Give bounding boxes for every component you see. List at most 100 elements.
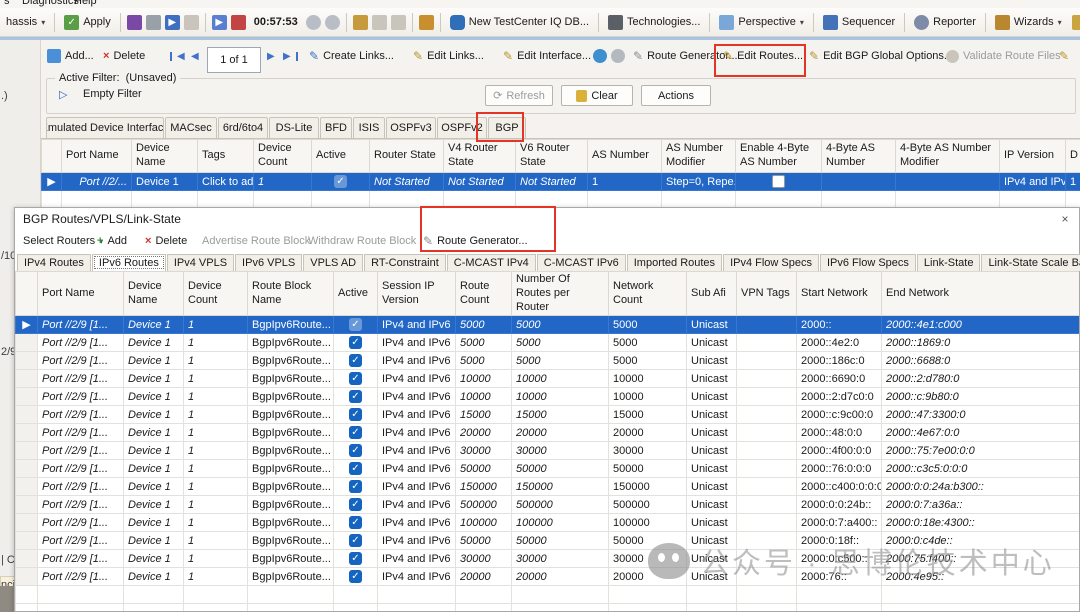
cell-count[interactable]: 1 (184, 334, 248, 352)
row-selector[interactable] (16, 460, 38, 478)
cell-active[interactable]: ✓ (334, 316, 378, 334)
table-row[interactable]: Port //2/9 [1...Device 11BgpIpv6Route...… (16, 568, 1080, 586)
cell-count[interactable]: 1 (184, 514, 248, 532)
cell-port[interactable]: Port //2/9 [1... (38, 442, 124, 460)
cell-device[interactable]: Device 1 (124, 496, 184, 514)
start-traffic-icon[interactable]: ▶ (212, 15, 227, 30)
table-row[interactable]: Port //2/9 [1...Device 11BgpIpv6Route...… (16, 334, 1080, 352)
cell-block[interactable]: BgpIpv6Route... (248, 460, 334, 478)
cell-count[interactable]: 1 (184, 460, 248, 478)
db-folder-icon[interactable] (419, 15, 434, 30)
cell-block[interactable]: BgpIpv6Route... (248, 478, 334, 496)
cell-active[interactable]: ✓ (334, 442, 378, 460)
cell-active[interactable]: ✓ (334, 460, 378, 478)
cell-sub_afi[interactable]: Unicast (687, 478, 737, 496)
column-header[interactable]: 4-Byte AS Number (822, 140, 896, 173)
route-generator-panel-button[interactable]: ✎ Route Generator... (423, 230, 528, 252)
cell-active[interactable]: ✓ (334, 550, 378, 568)
cell-ip[interactable]: IPv4 and IPv6 (378, 316, 456, 334)
first-page-button[interactable]: ◀ (169, 45, 185, 67)
cell-port[interactable]: Port //2/9 [1... (38, 316, 124, 334)
row-selector[interactable] (16, 424, 38, 442)
cell-vpn[interactable] (737, 478, 797, 496)
select-routers-button[interactable]: Select Routers ▾ (23, 230, 103, 252)
row-selector[interactable] (16, 388, 38, 406)
last-page-button[interactable]: ▶ (283, 45, 299, 67)
empty-cell[interactable] (38, 586, 124, 604)
cell-network_count[interactable]: 20000 (609, 568, 687, 586)
route-generator-button[interactable]: ✎ Route Generator... (633, 45, 738, 67)
cell-four_byte_as[interactable] (822, 173, 896, 191)
checkbox-checked-icon[interactable]: ✓ (349, 426, 362, 439)
checkbox-checked-icon[interactable]: ✓ (349, 516, 362, 529)
empty-cell[interactable] (456, 586, 512, 604)
cell-network_count[interactable]: 10000 (609, 388, 687, 406)
empty-cell[interactable] (662, 191, 736, 209)
cell-per_router[interactable]: 100000 (512, 514, 609, 532)
empty-cell[interactable] (882, 604, 1080, 611)
cell-device[interactable]: Device 1 (124, 352, 184, 370)
actions-button[interactable]: Actions (641, 85, 711, 106)
cell-per_router[interactable]: 50000 (512, 532, 609, 550)
column-header[interactable] (42, 140, 62, 173)
column-header[interactable]: Enable 4-Byte AS Number (736, 140, 822, 173)
clear-button[interactable]: Clear (561, 85, 633, 106)
run-filter-icon[interactable]: ▷ (59, 88, 67, 101)
column-header[interactable]: Router State (370, 140, 444, 173)
row-selector[interactable] (16, 352, 38, 370)
cell-active[interactable]: ✓ (334, 496, 378, 514)
cell-ip[interactable]: IPv4 and IPv6 (378, 568, 456, 586)
table-row[interactable]: Port //2/9 [1...Device 11BgpIpv6Route...… (16, 442, 1080, 460)
cell-block[interactable]: BgpIpv6Route... (248, 334, 334, 352)
cell-network_count[interactable]: 30000 (609, 550, 687, 568)
cell-start[interactable]: 2000:0:7:a400:: (797, 514, 882, 532)
empty-cell[interactable] (882, 586, 1080, 604)
row-selector[interactable] (16, 568, 38, 586)
cell-vpn[interactable] (737, 316, 797, 334)
table-row[interactable]: Port //2/9 [1...Device 11BgpIpv6Route...… (16, 352, 1080, 370)
cell-per_router[interactable]: 10000 (512, 370, 609, 388)
edit-interface-button[interactable]: ✎ Edit Interface... (503, 45, 591, 67)
cell-active[interactable]: ✓ (334, 370, 378, 388)
checkbox-checked-icon[interactable]: ✓ (349, 444, 362, 457)
column-header[interactable]: D (1066, 140, 1080, 173)
cell-network_count[interactable]: 5000 (609, 334, 687, 352)
pause-icon[interactable] (306, 15, 321, 30)
empty-cell[interactable] (334, 586, 378, 604)
close-icon[interactable]: × (1057, 211, 1073, 227)
cell-vpn[interactable] (737, 352, 797, 370)
cell-router_state[interactable]: Not Started (370, 173, 444, 191)
validate-route-files-button[interactable]: Validate Route Files (946, 45, 1061, 67)
empty-cell[interactable] (378, 586, 456, 604)
clipped-toolbar-button[interactable]: ✎ (1059, 45, 1069, 67)
clear-results-icon[interactable] (372, 15, 387, 30)
cell-active[interactable]: ✓ (312, 173, 370, 191)
empty-cell[interactable] (16, 604, 38, 611)
cell-network_count[interactable]: 150000 (609, 478, 687, 496)
stop-traffic-icon[interactable] (231, 15, 246, 30)
cell-start[interactable]: 2000:0:18f:: (797, 532, 882, 550)
cell-port[interactable]: Port //2/9 [1... (38, 478, 124, 496)
empty-cell[interactable] (588, 191, 662, 209)
column-header[interactable]: Port Name (38, 272, 124, 316)
cell-enable_4byte[interactable] (736, 173, 822, 191)
cell-sub_afi[interactable]: Unicast (687, 352, 737, 370)
tab-ipv6-routes[interactable]: IPv6 Routes (92, 254, 166, 271)
column-header[interactable]: Device Name (132, 140, 198, 173)
cell-network_count[interactable]: 10000 (609, 370, 687, 388)
cell-end[interactable]: 2000::c:9b80:0 (882, 388, 1080, 406)
create-links-button[interactable]: ✎ Create Links... (309, 45, 394, 67)
table-row[interactable]: Port //2/9 [1...Device 11BgpIpv6Route...… (16, 532, 1080, 550)
cell-active[interactable]: ✓ (334, 406, 378, 424)
column-header[interactable]: Port Name (62, 140, 132, 173)
column-header[interactable]: Route Block Name (248, 272, 334, 316)
table-row[interactable]: Port //2/9 [1...Device 11BgpIpv6Route...… (16, 424, 1080, 442)
row-selector[interactable] (16, 406, 38, 424)
cell-start[interactable]: 2000:: (797, 316, 882, 334)
cell-vpn[interactable] (737, 568, 797, 586)
checkbox-checked-icon[interactable]: ✓ (349, 570, 362, 583)
column-header[interactable]: IP Version (1000, 140, 1066, 173)
cell-route_count[interactable]: 20000 (456, 424, 512, 442)
checkbox-checked-icon[interactable]: ✓ (334, 175, 347, 188)
cell-block[interactable]: BgpIpv6Route... (248, 316, 334, 334)
